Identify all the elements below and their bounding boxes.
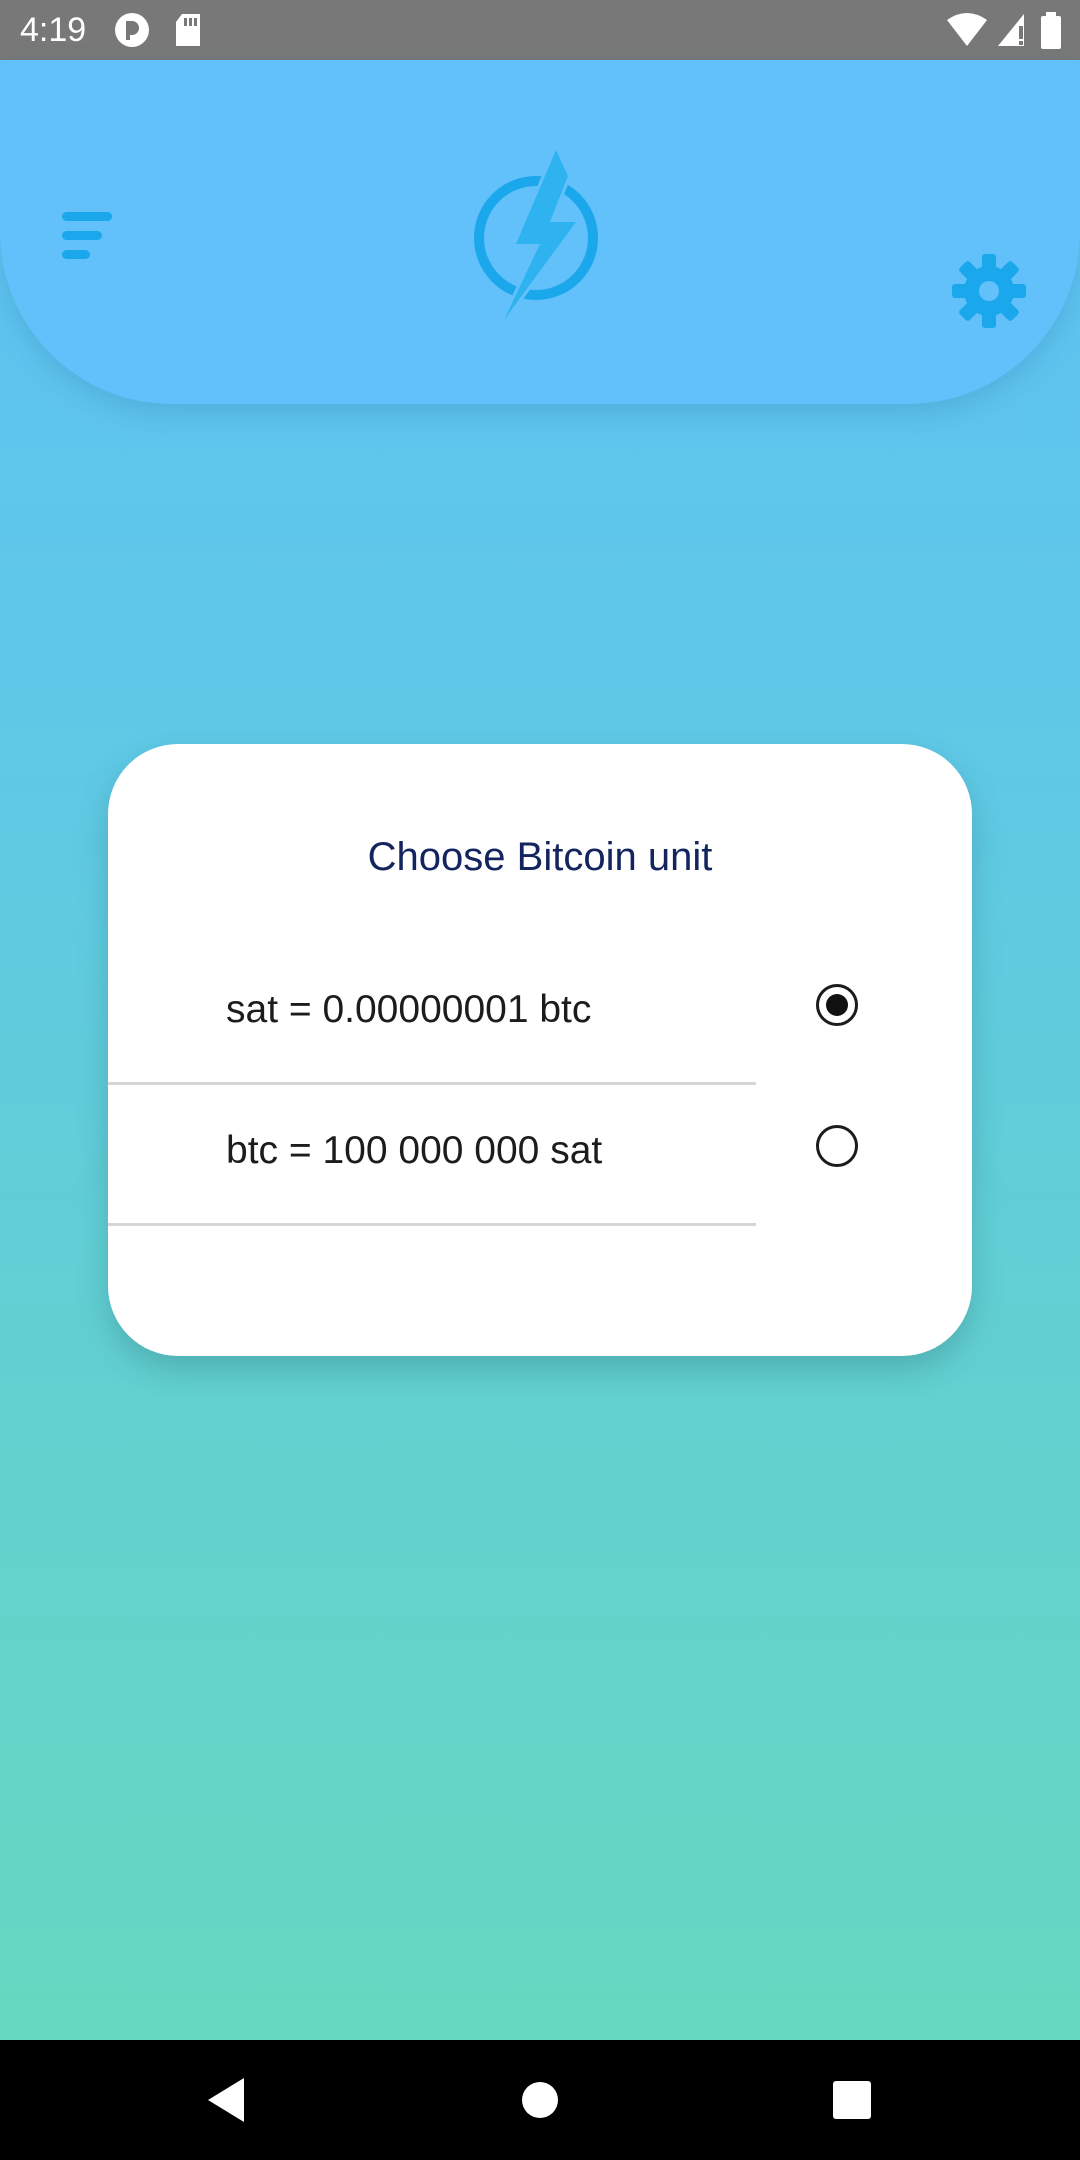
option-btc[interactable]: btc = 100 000 000 sat: [108, 1083, 858, 1226]
battery-icon: [1041, 12, 1061, 49]
status-bar: 4:19: [0, 0, 1080, 60]
lightning-bolt-logo-icon: [474, 150, 598, 320]
status-time: 4:19: [20, 11, 87, 49]
app-header: [0, 60, 1080, 404]
screen: 4:19 Choose Bitcoin unit sat = 0.0000000…: [0, 0, 1080, 2160]
radio-btc[interactable]: [816, 1125, 858, 1167]
option-label: sat = 0.00000001 btc: [226, 988, 592, 1031]
option-label: btc = 100 000 000 sat: [226, 1129, 603, 1172]
back-icon[interactable]: [200, 2070, 260, 2130]
dialog-title: Choose Bitcoin unit: [367, 835, 713, 879]
gear-icon[interactable]: [950, 252, 1028, 330]
option-sat[interactable]: sat = 0.00000001 btc: [108, 942, 858, 1085]
home-icon[interactable]: [510, 2070, 570, 2130]
recents-icon[interactable]: [822, 2070, 882, 2130]
radio-sat-checked[interactable]: [816, 984, 858, 1026]
privacy-indicator-icon: [115, 13, 149, 47]
signal-icon: [998, 14, 1024, 46]
navigation-bar: [0, 2040, 1080, 2160]
menu-lines-icon[interactable]: [52, 200, 122, 270]
sd-card-icon: [176, 14, 200, 46]
wifi-icon: [947, 13, 987, 46]
